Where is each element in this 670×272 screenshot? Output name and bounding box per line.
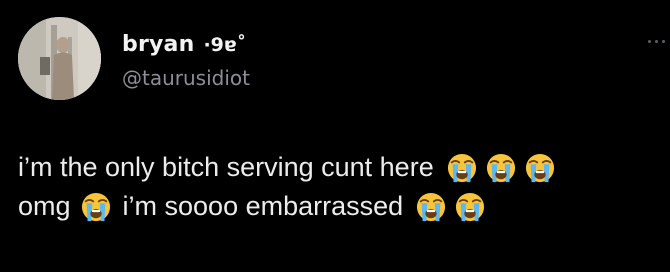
loudly-crying-face-icon: [486, 153, 515, 182]
avatar[interactable]: [18, 17, 101, 100]
author-handle[interactable]: @taurusidiot: [122, 66, 250, 90]
author-name-row[interactable]: bryan ·9ɐ˚: [122, 32, 246, 57]
tweet-text-line-1: i’m the only bitch serving cunt here: [18, 148, 658, 187]
loudly-crying-face-icon: [525, 153, 554, 182]
tweet-text: i’m the only bitch serving cunt here omg…: [18, 148, 658, 226]
loudly-crying-face-icon: [447, 153, 476, 182]
tweet-text-line-2: omg i’m soooo embarrassed: [18, 187, 658, 226]
avatar-photo: [18, 17, 101, 100]
more-options-icon[interactable]: [648, 40, 670, 48]
tweet-text-segment: i’m the only bitch serving cunt here: [18, 152, 434, 182]
tweet[interactable]: bryan ·9ɐ˚ @taurusidiot i’m the only bit…: [0, 0, 670, 272]
tweet-text-segment: i’m soooo embarrassed: [122, 191, 404, 221]
loudly-crying-face-icon: [417, 192, 446, 221]
loudly-crying-face-icon: [456, 192, 485, 221]
display-name[interactable]: bryan: [122, 32, 194, 57]
tweet-text-segment: omg: [18, 191, 71, 221]
loudly-crying-face-icon: [81, 192, 110, 221]
name-decoration: ·9ɐ˚: [203, 34, 247, 56]
